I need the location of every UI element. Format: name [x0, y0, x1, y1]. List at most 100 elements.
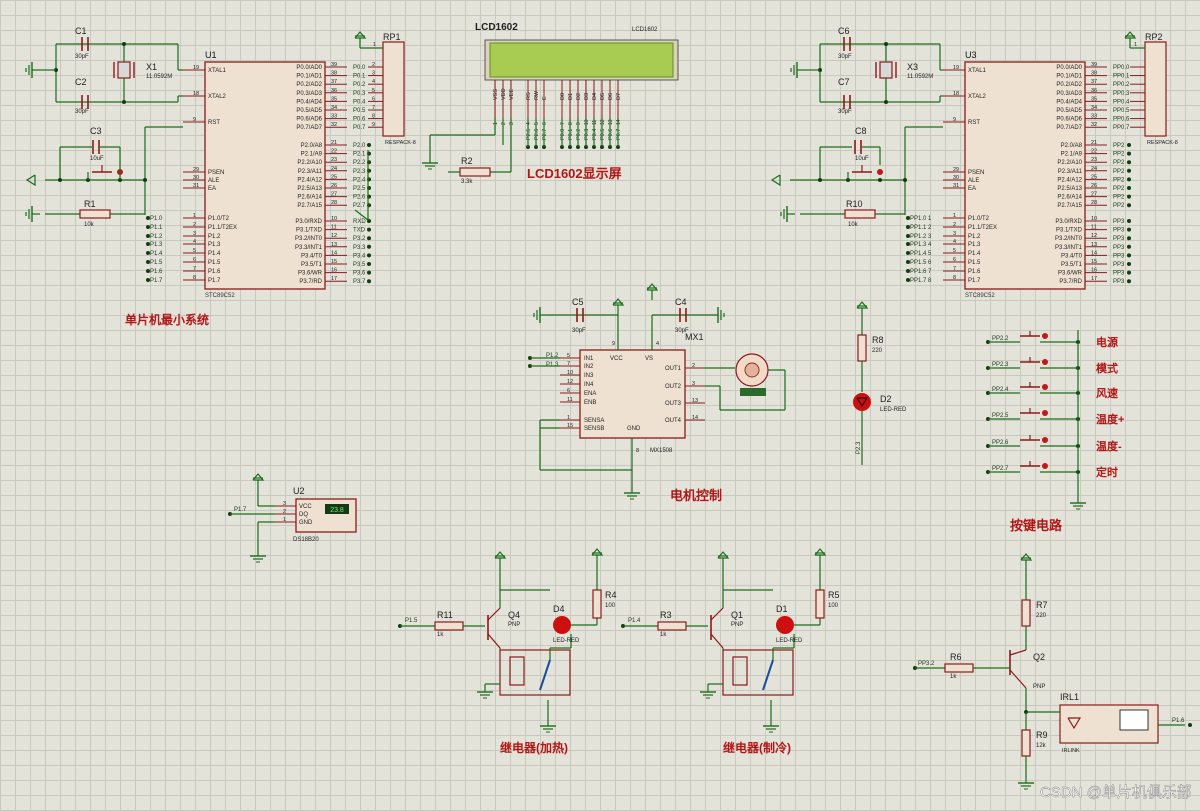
pin-name: XTAL1	[208, 68, 227, 74]
pin-name: P2.1/A9	[1061, 152, 1083, 158]
pin-name: P1.0/T2	[968, 216, 990, 222]
c1-value: 30pF	[75, 54, 89, 60]
pin-name: P1.4	[968, 251, 981, 257]
pin-name: P1.3	[968, 242, 981, 248]
lcd-pin-name: D0	[560, 93, 566, 100]
pin-number: 5	[567, 353, 570, 359]
pin-number: 31	[953, 183, 959, 189]
key-button-dot[interactable]	[1042, 333, 1048, 339]
lcd-pin-number: 8	[568, 122, 574, 125]
wire	[252, 473, 265, 481]
wire	[1009, 649, 1027, 656]
section-label-keys: 按键电路	[1010, 518, 1063, 533]
key-button-dot[interactable]	[1042, 410, 1048, 416]
junction-dot	[878, 178, 882, 182]
pin-number: 9	[372, 122, 375, 128]
junction-dot	[1127, 186, 1131, 190]
rled-value: 100	[605, 603, 616, 609]
net-label: P3.3	[353, 245, 366, 251]
lcd-pin-name: D5	[600, 93, 606, 100]
net-label: PP3	[1113, 228, 1125, 234]
pin-number: 15	[331, 259, 337, 265]
lcd-pin-number: 11	[592, 120, 598, 125]
irlink-receiver	[1119, 709, 1149, 731]
pin-name: IN3	[584, 373, 594, 379]
junction-dot	[1127, 194, 1131, 199]
wire	[710, 607, 724, 621]
net-label: P0.3	[584, 129, 590, 140]
resistor-body	[434, 621, 464, 631]
lcd-pin-name: VEE	[509, 89, 515, 100]
wire	[1020, 553, 1033, 561]
key-button-dot[interactable]	[1042, 384, 1048, 390]
net-label: P2.7	[353, 203, 366, 209]
wire	[710, 633, 724, 649]
pin-number: 1	[953, 213, 956, 219]
resistor-body	[1021, 729, 1031, 757]
junction-dot	[906, 242, 910, 246]
pin-name: P0.2/AD2	[296, 82, 322, 88]
pin-number: 23	[1091, 157, 1097, 163]
net-label: P3.5	[353, 262, 366, 268]
pin-number: 24	[1091, 166, 1097, 172]
pin-name: P3.3/INT1	[1055, 245, 1083, 251]
lcd-screen	[489, 42, 674, 78]
pin-number: 31	[193, 183, 199, 189]
junction-dot	[146, 278, 150, 282]
junction-dot	[1127, 160, 1131, 165]
lcd-pin-name: D4	[592, 93, 598, 100]
net-label: P0.1	[568, 129, 574, 140]
pin-name: P0.2/AD2	[1056, 82, 1082, 88]
junction-dot	[1127, 151, 1131, 156]
net-label: PP2.5	[992, 413, 1009, 419]
net-label: P0.2	[353, 82, 366, 88]
pin-name: VCC	[299, 504, 312, 510]
pin-name: P1.5	[208, 260, 221, 266]
lcd-pin-name: RS	[526, 92, 532, 100]
c6-ref: C6	[838, 26, 850, 36]
wire	[612, 298, 625, 306]
lcd-pin-number: 2	[501, 122, 507, 125]
pin-number: 3	[283, 501, 286, 507]
junction-dot	[367, 253, 371, 258]
pin-number: 17	[331, 276, 337, 282]
pin-name: P2.7/A15	[297, 203, 322, 209]
net-label: P0.0	[353, 65, 366, 71]
pin-name: P1.3	[208, 242, 221, 248]
pin-name: P1.7	[208, 278, 221, 284]
junction-dot	[1127, 253, 1131, 258]
net-label: PP1.1 2	[910, 225, 932, 231]
key-button-dot[interactable]	[1042, 463, 1048, 469]
key-button-dot[interactable]	[1042, 359, 1048, 365]
r10-ref: R10	[846, 199, 863, 209]
net-label: PP2	[1113, 169, 1125, 175]
rp1-ref: RP1	[383, 32, 401, 42]
rp2-pin1: 1	[1134, 42, 1137, 48]
net-label: P2.6	[534, 129, 540, 140]
pin-name: P0.4/AD4	[296, 99, 322, 105]
pin-number: 11	[567, 397, 573, 403]
lcd-pin-number: 10	[584, 119, 590, 125]
pin-number: 21	[1091, 140, 1097, 146]
net-label: P1.4	[150, 251, 163, 257]
d-ref: D4	[553, 604, 565, 614]
junction-dot	[1127, 168, 1131, 173]
net-label: PP0.2	[1113, 82, 1130, 88]
resistor-body	[79, 209, 111, 219]
net-label: PP1.4 5	[910, 251, 932, 257]
pin-number: 14	[331, 250, 337, 256]
lcd-pin-number: 12	[600, 119, 606, 125]
net-label: PP1.3 4	[910, 242, 932, 248]
wire	[487, 633, 501, 649]
key-button-dot[interactable]	[1042, 437, 1048, 443]
pin-name: P3.7/RD	[1059, 279, 1082, 285]
resistor-body	[592, 589, 602, 619]
pin-name: P2.5/A13	[297, 186, 322, 192]
pin-number: 4	[193, 239, 196, 245]
pin-number: 6	[372, 96, 375, 102]
pin-number: 15	[567, 423, 573, 429]
pin-number: 25	[331, 174, 337, 180]
pin-name: P2.6/A14	[1057, 195, 1082, 201]
pin-name: P1.7	[968, 278, 981, 284]
q-ref: Q1	[731, 610, 743, 620]
